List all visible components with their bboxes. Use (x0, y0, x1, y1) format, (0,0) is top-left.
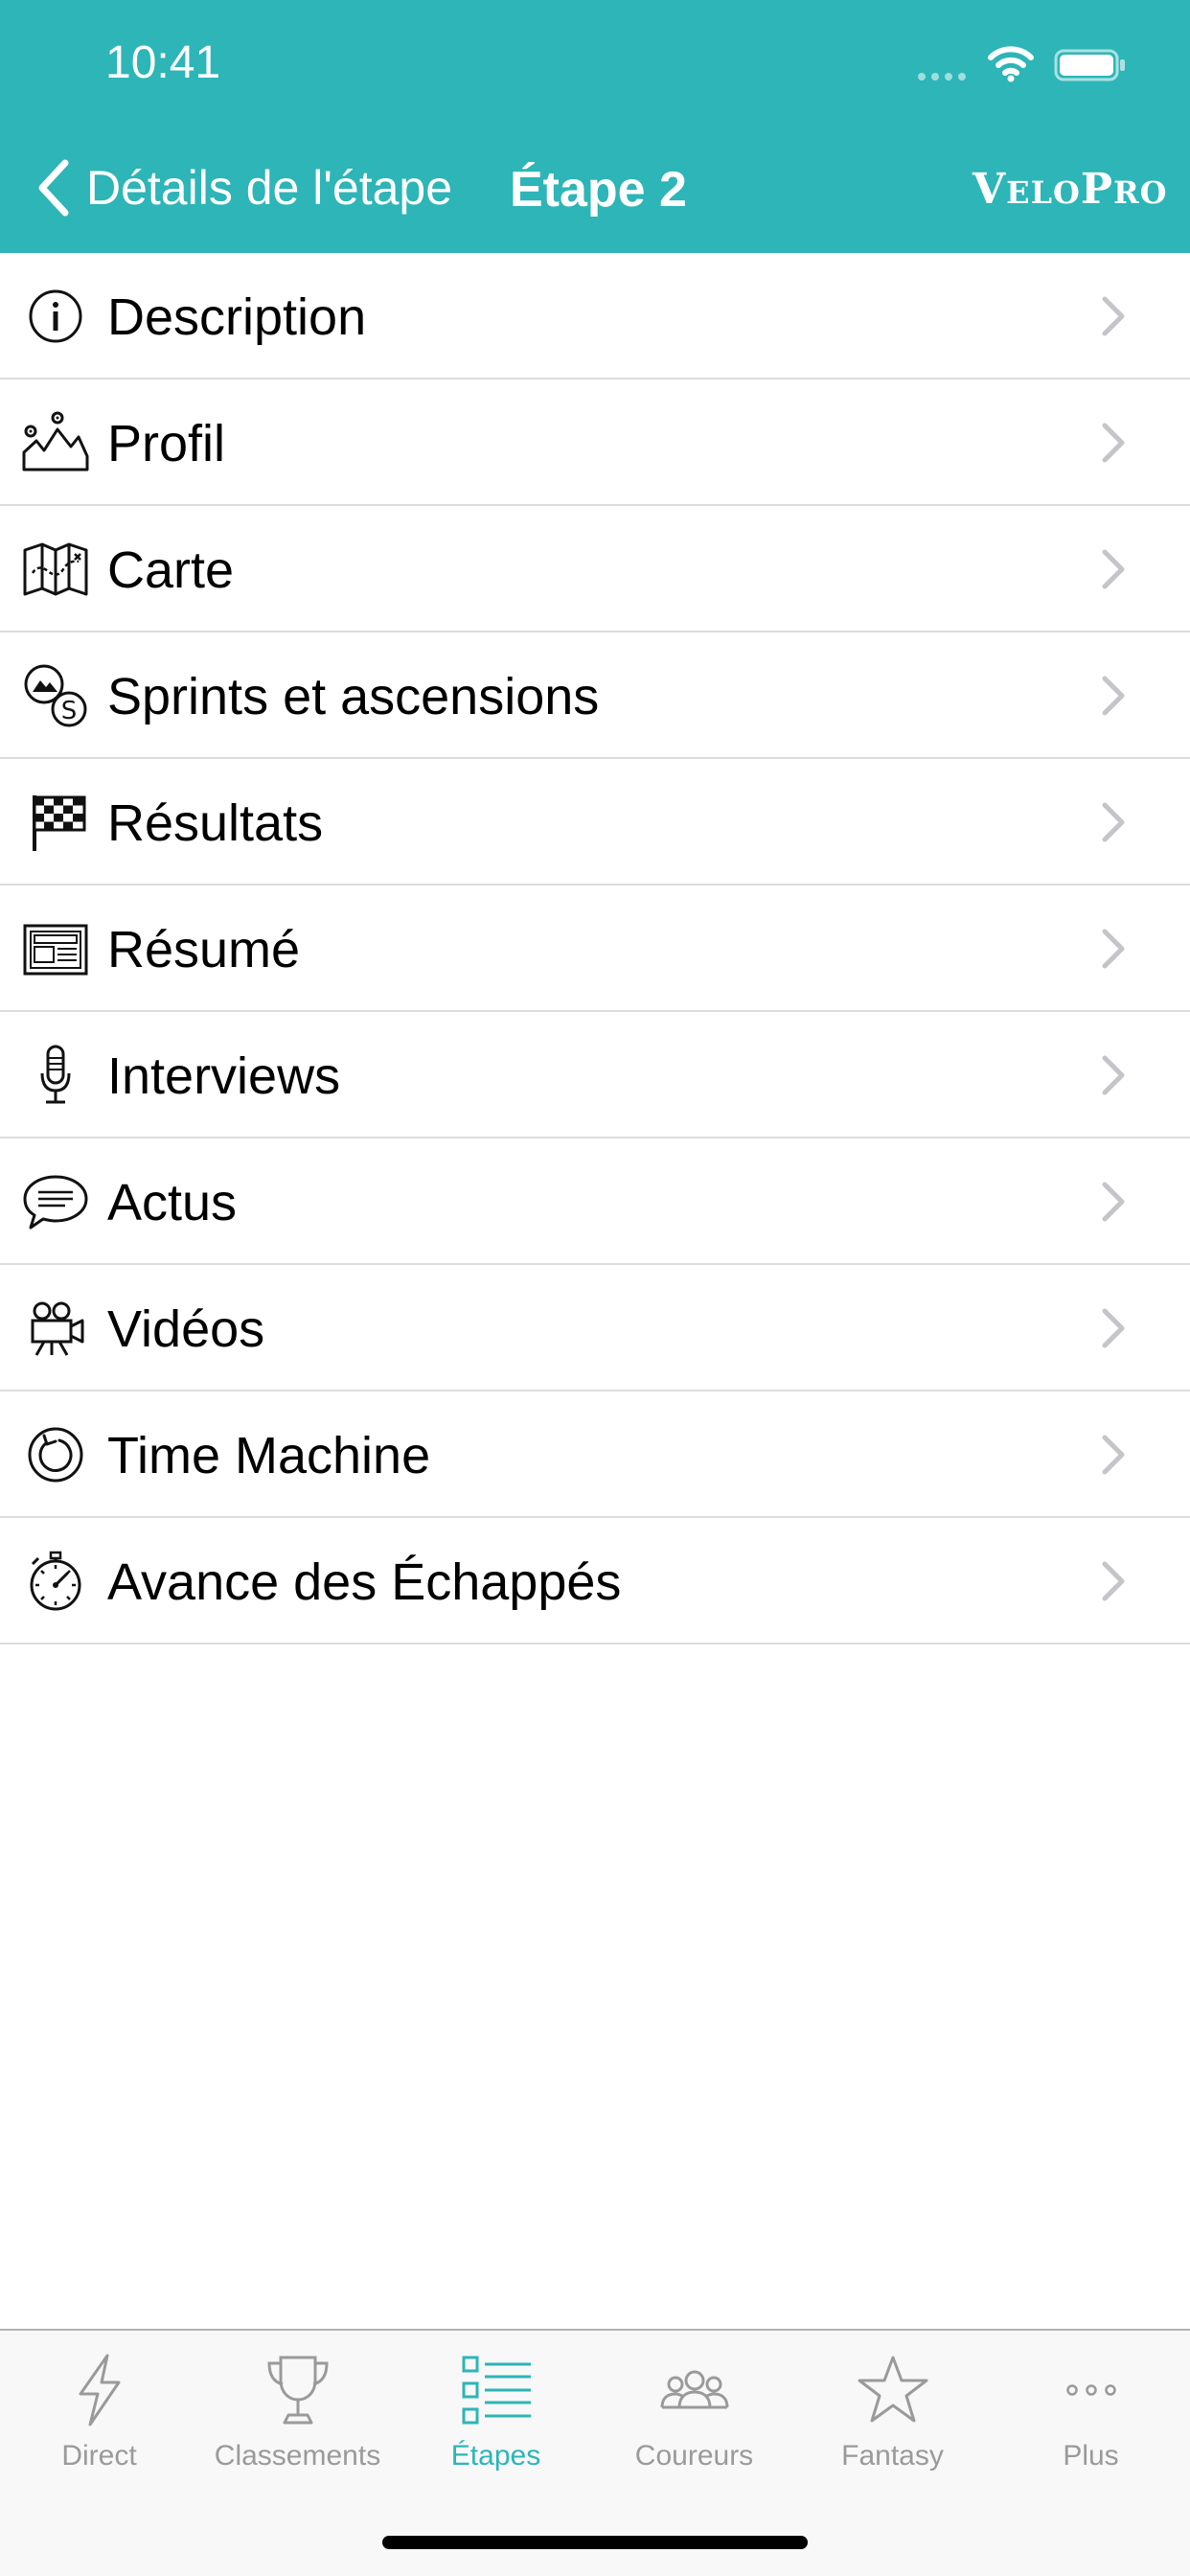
menu-item-avance-echappes[interactable]: Avance des Échappés (0, 1518, 1190, 1644)
chevron-right-icon (1102, 549, 1125, 589)
video-camera-icon (21, 1294, 90, 1363)
lightning-icon (79, 2354, 120, 2426)
brand-letter-p: P (1080, 165, 1113, 214)
brand-letters-elo: ELO (1006, 174, 1081, 211)
trophy-icon (266, 2356, 329, 2425)
tab-label: Coureurs (634, 2440, 754, 2472)
tab-etapes[interactable]: Étapes (397, 2352, 595, 2496)
chevron-left-icon (38, 159, 69, 217)
tab-label: Classements (214, 2440, 381, 2472)
tab-classements[interactable]: Classements (198, 2352, 397, 2496)
menu-item-label: Interviews (107, 1047, 341, 1105)
more-icon (1065, 2384, 1116, 2396)
stopwatch-icon (21, 1547, 90, 1616)
chevron-right-icon (1102, 423, 1125, 463)
tab-label: Direct (61, 2440, 137, 2472)
menu-item-label: Profil (107, 415, 226, 472)
chevron-right-icon (1102, 1435, 1125, 1475)
menu-item-interviews[interactable]: Interviews (0, 1012, 1190, 1138)
navigation-header: 10:41 Détails de l'étape Étape 2 VELOPRO (0, 0, 1190, 253)
menu-item-time-machine[interactable]: Time Machine (0, 1392, 1190, 1518)
menu-item-carte[interactable]: Carte (0, 506, 1190, 632)
tab-fantasy[interactable]: Fantasy (793, 2352, 992, 2496)
chevron-right-icon (1102, 1308, 1125, 1348)
tab-label: Fantasy (841, 2440, 944, 2472)
menu-item-label: Actus (107, 1174, 238, 1231)
cellular-signal-icon (918, 73, 966, 80)
tab-direct[interactable]: Direct (0, 2352, 198, 2496)
menu-item-videos[interactable]: Vidéos (0, 1265, 1190, 1392)
status-time: 10:41 (105, 37, 221, 88)
newspaper-icon (21, 914, 90, 983)
menu-item-label: Avance des Échappés (107, 1553, 622, 1611)
chevron-right-icon (1102, 1561, 1125, 1601)
microphone-icon (21, 1041, 90, 1110)
tab-label: Plus (1063, 2440, 1119, 2472)
menu-item-actus[interactable]: Actus (0, 1138, 1190, 1265)
page-title: Étape 2 (510, 162, 687, 218)
menu-item-label: Vidéos (107, 1300, 265, 1358)
menu-item-description[interactable]: Description (0, 253, 1190, 380)
back-button[interactable]: Détails de l'étape (34, 153, 452, 222)
stage-menu-list: Description Profil Carte S Sprints et as… (0, 253, 1190, 1644)
chevron-right-icon (1102, 1182, 1125, 1222)
wifi-icon (988, 46, 1034, 82)
menu-item-label: Sprints et ascensions (107, 668, 600, 725)
tab-label: Étapes (450, 2440, 541, 2472)
checkered-flag-icon (21, 788, 90, 857)
brand-logo: VELOPRO (973, 165, 1167, 214)
menu-item-label: Résumé (107, 921, 301, 978)
map-icon (21, 535, 90, 604)
chevron-right-icon (1102, 929, 1125, 969)
menu-item-label: Description (107, 288, 367, 346)
profile-icon (21, 408, 90, 477)
tab-plus[interactable]: Plus (992, 2352, 1190, 2496)
home-indicator[interactable] (382, 2536, 808, 2549)
menu-item-label: Résultats (107, 794, 324, 852)
menu-item-resultats[interactable]: Résultats (0, 759, 1190, 886)
chevron-right-icon (1102, 676, 1125, 716)
menu-item-label: Time Machine (107, 1427, 431, 1484)
menu-item-resume[interactable]: Résumé (0, 886, 1190, 1012)
menu-item-sprints[interactable]: S Sprints et ascensions (0, 632, 1190, 759)
list-icon (462, 2356, 531, 2425)
battery-icon (1054, 49, 1125, 81)
brand-letter-v: V (973, 165, 1007, 214)
back-button-label: Détails de l'étape (86, 161, 453, 215)
menu-item-label: Carte (107, 541, 235, 599)
chevron-right-icon (1102, 296, 1125, 336)
chevron-right-icon (1102, 1055, 1125, 1095)
tab-coureurs[interactable]: Coureurs (595, 2352, 793, 2496)
riders-icon (660, 2370, 728, 2409)
sprints-icon: S (21, 661, 90, 730)
chevron-right-icon (1102, 802, 1125, 842)
brand-letters-ro: RO (1113, 174, 1168, 211)
menu-item-profil[interactable]: Profil (0, 380, 1190, 506)
replay-icon (21, 1420, 90, 1489)
svg-text:S: S (61, 697, 78, 725)
star-icon (858, 2356, 927, 2423)
speech-bubble-icon (21, 1167, 90, 1236)
info-icon (21, 282, 90, 351)
